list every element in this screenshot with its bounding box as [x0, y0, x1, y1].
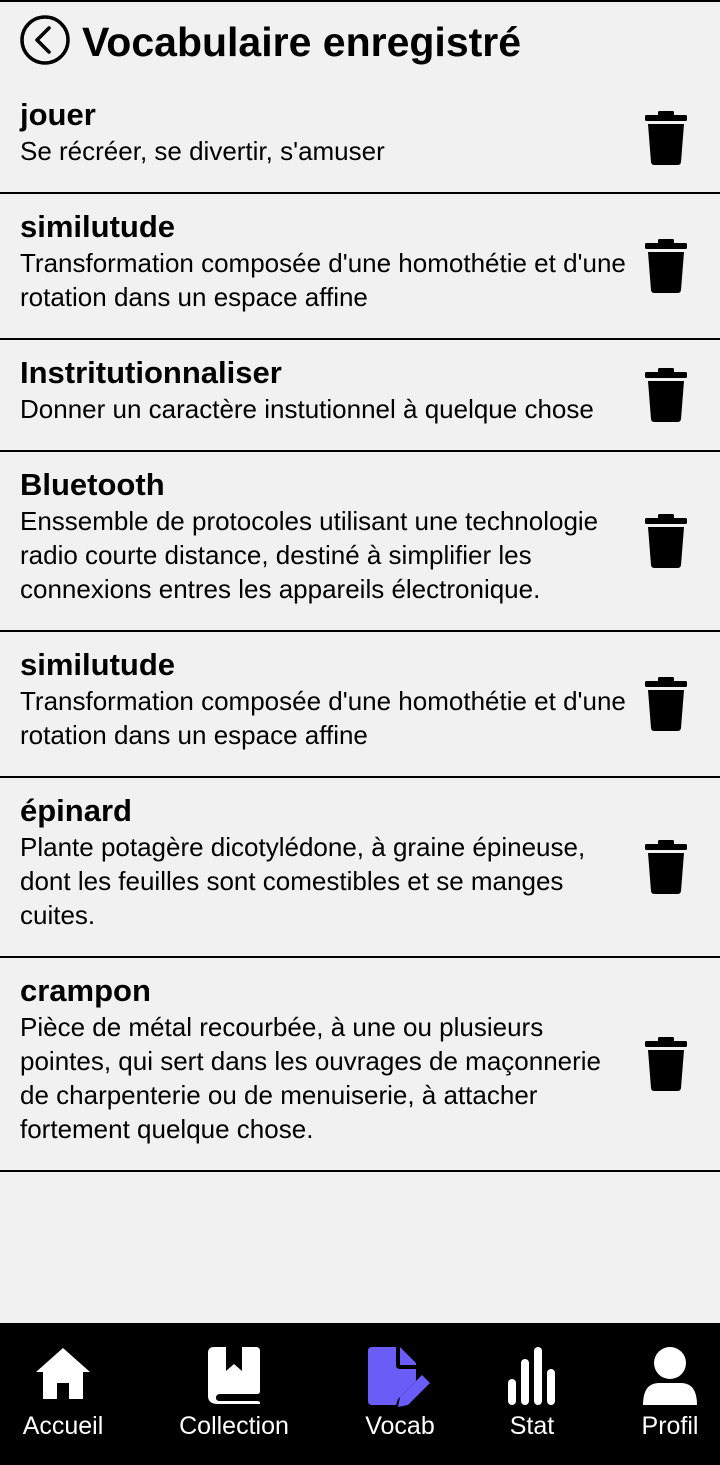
nav-label: Collection [179, 1412, 289, 1440]
bottom-nav: Accueil Collection Vocab Stat Profil [0, 1323, 720, 1465]
nav-item-vocab[interactable]: Vocab [356, 1345, 444, 1455]
vocab-entry: jouer Se récréer, se divertir, s'amuser [0, 84, 720, 194]
delete-button[interactable] [645, 514, 687, 568]
vocab-word: similutude [20, 209, 176, 244]
nav-label: Profil [641, 1412, 699, 1440]
vocab-word: épinard [20, 793, 132, 828]
vocab-definition: Transformation composée d'une homothétie… [20, 248, 626, 312]
book-icon [206, 1345, 262, 1410]
vocab-definition: Se récréer, se divertir, s'amuser [20, 136, 385, 166]
nav-label: Vocab [365, 1412, 435, 1440]
file-edit-icon [364, 1345, 436, 1412]
delete-button[interactable] [645, 840, 687, 894]
nav-label: Accueil [22, 1412, 104, 1440]
vocab-definition: Pièce de métal recourbée, à une ou plusi… [20, 1012, 602, 1144]
vocab-word: Bluetooth [20, 467, 165, 502]
vocab-word: similutude [20, 647, 176, 682]
nav-item-stat[interactable]: Stat [500, 1345, 564, 1455]
page-header: Vocabulaire enregistré [0, 2, 720, 84]
trash-icon [645, 1037, 687, 1091]
vocab-definition: Plante potagère dicotylédone, à graine é… [20, 832, 586, 930]
delete-button[interactable] [645, 677, 687, 731]
vocab-word: jouer [20, 97, 96, 132]
trash-icon [645, 368, 687, 422]
vocab-list: jouer Se récréer, se divertir, s'amuser … [0, 84, 720, 1172]
nav-item-profil[interactable]: Profil [632, 1345, 708, 1455]
chevron-left-circle-icon [20, 15, 70, 65]
trash-icon [645, 239, 687, 293]
trash-icon [645, 840, 687, 894]
trash-icon [645, 111, 687, 165]
vocab-word: crampon [20, 973, 151, 1008]
delete-button[interactable] [645, 1037, 687, 1091]
home-icon [34, 1345, 92, 1406]
vocab-definition: Donner un caractère instutionnel à quelq… [20, 394, 594, 424]
bar-chart-icon [506, 1345, 558, 1410]
delete-button[interactable] [645, 111, 687, 165]
delete-button[interactable] [645, 239, 687, 293]
trash-icon [645, 677, 687, 731]
vocab-definition: Transformation composée d'une homothétie… [20, 686, 626, 750]
nav-label: Stat [509, 1412, 555, 1440]
page-title: Vocabulaire enregistré [82, 19, 522, 65]
delete-button[interactable] [645, 368, 687, 422]
vocab-entry: similutude Transformation composée d'une… [0, 632, 720, 778]
vocab-word: Instritutionnaliser [20, 355, 282, 390]
user-icon [639, 1345, 701, 1412]
vocab-entry: Bluetooth Enssemble de protocoles utilis… [0, 452, 720, 632]
nav-item-accueil[interactable]: Accueil [14, 1345, 112, 1455]
nav-item-collection[interactable]: Collection [172, 1345, 296, 1455]
vocab-entry: Instritutionnaliser Donner un caractère … [0, 340, 720, 452]
vocab-entry: similutude Transformation composée d'une… [0, 194, 720, 340]
vocab-entry: crampon Pièce de métal recourbée, à une … [0, 958, 720, 1172]
vocab-definition: Enssemble de protocoles utilisant une te… [20, 506, 599, 604]
back-button[interactable] [20, 15, 70, 65]
trash-icon [645, 514, 687, 568]
vocab-entry: épinard Plante potagère dicotylédone, à … [0, 778, 720, 958]
